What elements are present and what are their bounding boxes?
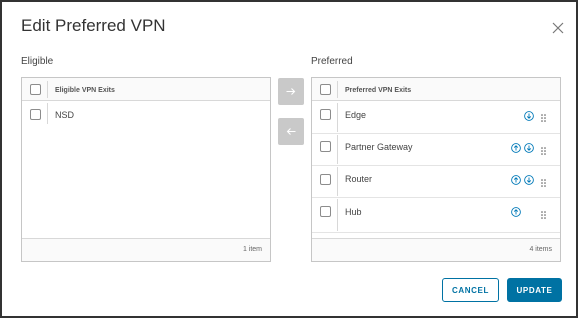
- preferred-row-label: Hub: [345, 207, 362, 217]
- preferred-row-checkbox[interactable]: [320, 141, 331, 152]
- preferred-item-count: 4 items: [529, 246, 552, 253]
- eligible-list-header: Eligible VPN Exits: [22, 78, 270, 101]
- eligible-section-label: Eligible: [21, 56, 54, 67]
- drag-handle-icon[interactable]: [541, 211, 546, 219]
- eligible-list: Eligible VPN Exits NSD 1 item: [21, 77, 271, 262]
- arrow-down-icon[interactable]: [524, 175, 534, 185]
- preferred-list-footer: 4 items: [312, 238, 560, 261]
- dialog-title: Edit Preferred VPN: [21, 16, 166, 35]
- arrow-right-icon: [286, 88, 296, 95]
- eligible-item-count: 1 item: [242, 246, 262, 253]
- preferred-row-label: Partner Gateway: [345, 142, 413, 152]
- eligible-list-footer: 1 item: [22, 238, 270, 261]
- column-divider: [47, 81, 48, 98]
- row-divider: [312, 133, 560, 134]
- row-divider: [312, 232, 560, 233]
- arrow-up-icon[interactable]: [511, 207, 521, 217]
- column-divider: [337, 135, 338, 164]
- preferred-row-checkbox[interactable]: [320, 206, 331, 217]
- drag-handle-icon[interactable]: [541, 114, 546, 122]
- edit-preferred-vpn-dialog: Edit Preferred VPN Eligible Eligible VPN…: [0, 0, 578, 318]
- close-icon[interactable]: [551, 21, 565, 35]
- arrow-up-icon[interactable]: [511, 175, 521, 185]
- move-to-eligible-button[interactable]: [278, 118, 304, 145]
- eligible-row-checkbox[interactable]: [30, 109, 41, 120]
- preferred-row-checkbox[interactable]: [320, 109, 331, 120]
- eligible-column-header: Eligible VPN Exits: [55, 87, 115, 94]
- drag-handle-icon[interactable]: [541, 179, 546, 187]
- arrow-left-icon: [286, 128, 296, 135]
- preferred-list: Preferred VPN Exits Edge Partner Gateway: [311, 77, 561, 262]
- eligible-row-label: NSD: [55, 110, 75, 120]
- column-divider: [337, 167, 338, 196]
- column-divider: [47, 103, 48, 124]
- preferred-row-label: Router: [345, 174, 373, 184]
- arrow-up-icon[interactable]: [511, 143, 521, 153]
- row-divider: [312, 165, 560, 166]
- column-divider: [337, 81, 338, 98]
- preferred-section-label: Preferred: [311, 56, 353, 67]
- column-divider: [337, 199, 338, 231]
- drag-handle-icon[interactable]: [541, 147, 546, 155]
- eligible-select-all-checkbox[interactable]: [30, 84, 41, 95]
- preferred-select-all-checkbox[interactable]: [320, 84, 331, 95]
- update-button[interactable]: UPDATE: [507, 278, 562, 302]
- preferred-list-header: Preferred VPN Exits: [312, 78, 560, 101]
- preferred-column-header: Preferred VPN Exits: [345, 87, 412, 94]
- move-to-preferred-button[interactable]: [278, 78, 304, 105]
- column-divider: [337, 103, 338, 132]
- row-divider: [312, 197, 560, 198]
- cancel-button[interactable]: CANCEL: [442, 278, 499, 302]
- preferred-row-checkbox[interactable]: [320, 174, 331, 185]
- preferred-row-label: Edge: [345, 110, 367, 120]
- arrow-down-icon[interactable]: [524, 143, 534, 153]
- arrow-down-icon[interactable]: [524, 111, 534, 121]
